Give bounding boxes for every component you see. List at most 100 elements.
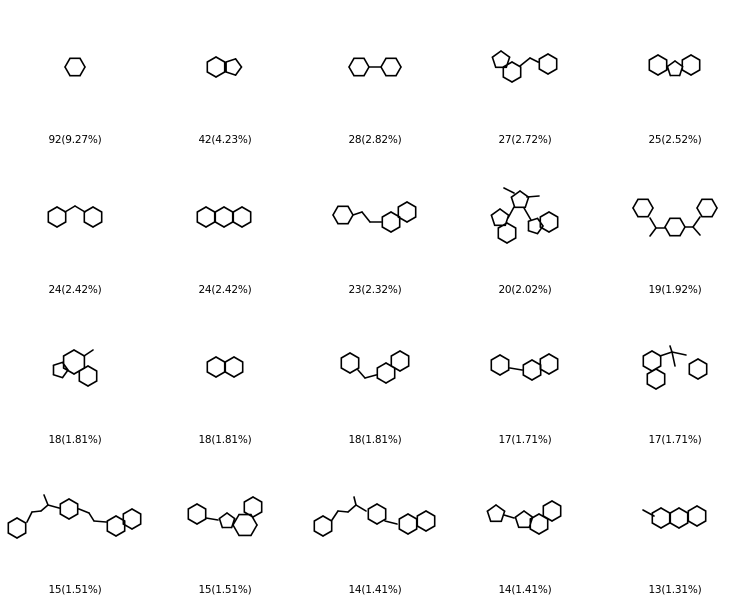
bond (40, 504, 49, 512)
bond (499, 369, 510, 376)
bond (648, 69, 659, 76)
bond (425, 525, 436, 532)
bond (367, 518, 378, 525)
bond (531, 359, 542, 366)
alkyl-chain (692, 216, 701, 228)
bond (647, 198, 654, 209)
bond (385, 377, 396, 384)
bond (524, 196, 530, 209)
bond (83, 221, 94, 228)
molecule-drawing (340, 350, 410, 384)
substructure-cell: 18(1.81%) (300, 300, 450, 450)
bond (681, 69, 692, 76)
six-membered-ring (196, 206, 216, 228)
bond (664, 217, 671, 228)
bond (64, 57, 71, 68)
substructure-cell: 92(9.27%) (0, 0, 150, 150)
six-membered-ring (381, 211, 401, 233)
alkyl-chain (78, 508, 107, 523)
substructure-cell: 27(2.72%) (450, 0, 600, 150)
bond (390, 350, 401, 357)
substructure-cell: 17(1.71%) (450, 300, 600, 450)
bond (527, 229, 539, 235)
bond (218, 517, 224, 529)
bond (671, 351, 676, 367)
bond (340, 352, 351, 359)
six-membered-ring (642, 350, 662, 372)
bond (506, 222, 517, 229)
five-membered-ring (666, 60, 684, 77)
bond (651, 522, 662, 529)
molecule-drawing (632, 198, 718, 237)
frequency-caption: 14(1.41%) (348, 584, 402, 596)
bond (692, 216, 701, 228)
bond (56, 221, 67, 228)
alkyl-chain (659, 351, 676, 367)
bond (660, 522, 671, 529)
bond (215, 56, 226, 63)
six-membered-ring (651, 507, 671, 529)
bond (542, 500, 553, 507)
frequency-caption: 25(2.52%) (648, 134, 702, 146)
bond (52, 361, 64, 367)
frequency-caption: 20(2.02%) (498, 284, 552, 296)
bond (196, 221, 207, 228)
six-membered-ring (648, 54, 668, 76)
bond (666, 65, 672, 77)
six-membered-ring (224, 356, 244, 378)
substructure-cell: 24(2.42%) (150, 150, 300, 300)
bond (322, 530, 333, 537)
bond (224, 356, 235, 363)
alkyl-chain (519, 57, 539, 67)
alkyl-chain (357, 369, 377, 379)
frequency-caption: 17(1.71%) (498, 434, 552, 446)
bond (223, 206, 234, 213)
bond (92, 221, 103, 228)
bond (659, 351, 673, 357)
six-membered-ring (78, 365, 98, 387)
bond (64, 205, 76, 213)
frequency-caption: 24(2.42%) (48, 284, 102, 296)
bond (313, 530, 324, 537)
frequency-caption: 13(1.31%) (648, 584, 702, 596)
bond (681, 54, 692, 61)
frequency-caption: 92(9.27%) (48, 134, 102, 146)
bond (523, 207, 532, 221)
bond (500, 510, 506, 523)
bond (56, 206, 67, 213)
six-membered-ring (664, 217, 686, 237)
bond (660, 507, 671, 514)
molecule-drawing (642, 505, 707, 529)
bond (225, 58, 237, 63)
six-membered-ring (688, 358, 708, 380)
bond (7, 532, 18, 539)
substructure-cell: 23(2.32%) (300, 150, 450, 300)
bond (122, 508, 133, 515)
bond (52, 373, 64, 379)
bond (648, 54, 659, 61)
bond (690, 54, 701, 61)
alkyl-chain (384, 520, 398, 525)
six-membered-ring (187, 503, 207, 525)
bond (73, 349, 86, 357)
bond (664, 226, 671, 237)
bond (196, 503, 207, 510)
bond (522, 374, 533, 381)
bond (16, 532, 27, 539)
bond (548, 353, 559, 360)
bond (31, 510, 42, 513)
bond (353, 496, 357, 506)
bond (214, 206, 225, 213)
bond (47, 206, 58, 213)
bond (355, 504, 367, 512)
bond (491, 56, 497, 69)
bond (62, 349, 75, 357)
bond (642, 350, 653, 357)
bond (539, 226, 550, 233)
bond (196, 518, 207, 525)
six-membered-ring (340, 352, 360, 374)
bond (657, 54, 668, 61)
bond (671, 351, 687, 356)
bond (215, 371, 226, 378)
bond (384, 520, 398, 525)
